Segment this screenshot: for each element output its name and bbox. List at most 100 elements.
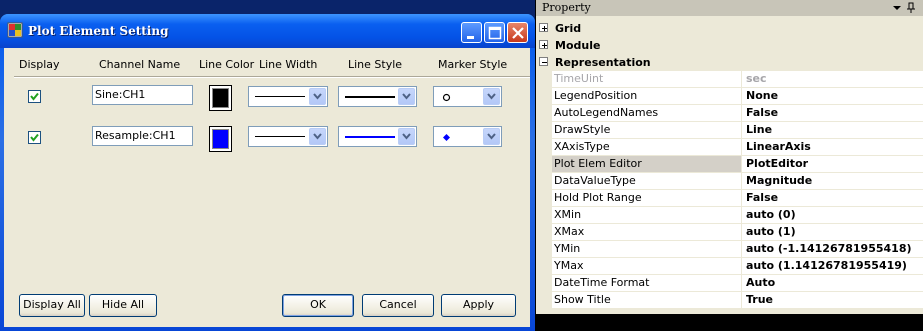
property-key: XMax: [552, 224, 742, 240]
header-line-style: Line Style: [348, 58, 403, 71]
line-color-button-2[interactable]: [209, 126, 232, 152]
chevron-down-icon: [487, 133, 496, 140]
header-channel-name: Channel Name: [99, 58, 181, 71]
property-value[interactable]: auto (-1.14126781955418): [743, 241, 923, 257]
line-color-swatch-2: [212, 129, 229, 149]
marker-style-combo-1[interactable]: [433, 86, 502, 107]
property-row[interactable]: LegendPosition None: [552, 88, 923, 105]
chevron-down-icon: [402, 133, 411, 140]
channel-name-field-1[interactable]: Sine:CH1: [92, 85, 193, 105]
display-checkbox-1[interactable]: [28, 90, 41, 103]
line-style-combo-2[interactable]: [338, 126, 417, 147]
category-label: Grid: [555, 22, 582, 35]
cancel-button[interactable]: Cancel: [362, 294, 434, 317]
property-value[interactable]: False: [743, 105, 923, 121]
property-value[interactable]: auto (0): [743, 207, 923, 223]
property-value[interactable]: None: [743, 88, 923, 104]
dropdown-arrow-button[interactable]: [483, 128, 500, 145]
property-key: XMin: [552, 207, 742, 223]
property-row[interactable]: DateTime Format Auto: [552, 275, 923, 292]
property-value[interactable]: False: [743, 190, 923, 206]
minimize-button[interactable]: [461, 22, 482, 43]
dropdown-arrow-button[interactable]: [398, 128, 415, 145]
line-width-preview: [255, 136, 305, 137]
line-width-preview: [255, 96, 305, 97]
category-representation[interactable]: Representation: [536, 54, 923, 71]
header-line-color: Line Color: [199, 58, 255, 71]
category-label: Module: [555, 39, 601, 52]
property-key: DateTime Format: [552, 275, 742, 291]
close-button[interactable]: [507, 22, 528, 43]
display-all-button[interactable]: Display All: [19, 294, 85, 317]
property-row[interactable]: Hold Plot Range False: [552, 190, 923, 207]
dropdown-arrow-button[interactable]: [309, 88, 326, 105]
diamond-marker-icon: [443, 134, 450, 141]
property-value[interactable]: Line: [743, 122, 923, 138]
property-key: LegendPosition: [552, 88, 742, 104]
line-width-combo-2[interactable]: [248, 126, 328, 147]
property-key: YMax: [552, 258, 742, 274]
property-value[interactable]: Auto: [743, 275, 923, 291]
property-panel: Property Grid Module Representation Time…: [535, 0, 923, 331]
header-display: Display: [19, 58, 60, 71]
hide-all-button[interactable]: Hide All: [89, 294, 157, 317]
property-value[interactable]: True: [743, 292, 923, 308]
property-key: AutoLegendNames: [552, 105, 742, 121]
channel-name-field-2[interactable]: Resample:CH1: [92, 126, 193, 146]
expand-plus-icon[interactable]: [539, 23, 548, 32]
property-row[interactable]: XAxisType LinearAxis: [552, 139, 923, 156]
property-value[interactable]: LinearAxis: [743, 139, 923, 155]
category-module[interactable]: Module: [536, 37, 923, 54]
property-panel-title: Property: [542, 1, 591, 14]
property-value[interactable]: sec: [743, 71, 923, 87]
property-value[interactable]: PlotEditor: [743, 156, 923, 172]
close-icon: [512, 27, 524, 39]
property-row[interactable]: AutoLegendNames False: [552, 105, 923, 122]
property-value[interactable]: auto (1): [743, 224, 923, 240]
property-key: DrawStyle: [552, 122, 742, 138]
line-width-combo-1[interactable]: [248, 86, 328, 107]
app-icon: [7, 22, 23, 38]
category-label: Representation: [555, 56, 651, 69]
property-row[interactable]: XMin auto (0): [552, 207, 923, 224]
expand-plus-icon[interactable]: [539, 40, 548, 49]
property-value[interactable]: auto (1.14126781955419): [743, 258, 923, 274]
dropdown-arrow-button[interactable]: [309, 128, 326, 145]
property-panel-header: Property: [536, 0, 923, 16]
panel-controls: [893, 2, 915, 13]
dropdown-arrow-button[interactable]: [398, 88, 415, 105]
apply-button[interactable]: Apply: [441, 294, 516, 317]
header-divider: [14, 76, 530, 78]
display-checkbox-2[interactable]: [28, 131, 41, 144]
property-row[interactable]: YMin auto (-1.14126781955418): [552, 241, 923, 258]
pin-icon: [907, 2, 915, 13]
line-style-combo-1[interactable]: [338, 86, 417, 107]
property-value[interactable]: Magnitude: [743, 173, 923, 189]
property-row[interactable]: YMax auto (1.14126781955419): [552, 258, 923, 275]
ok-button[interactable]: OK: [282, 294, 354, 317]
maximize-button[interactable]: [484, 22, 505, 43]
property-key: Show Title: [552, 292, 742, 308]
dropdown-arrow-button[interactable]: [483, 88, 500, 105]
collapse-minus-icon[interactable]: [539, 57, 548, 66]
property-key: Hold Plot Range: [552, 190, 742, 206]
dialog-title: Plot Element Setting: [28, 24, 169, 38]
property-row[interactable]: DrawStyle Line: [552, 122, 923, 139]
marker-style-combo-2[interactable]: [433, 126, 502, 147]
property-key: XAxisType: [552, 139, 742, 155]
line-color-button-1[interactable]: [209, 85, 232, 111]
chevron-down-icon: [487, 93, 496, 100]
property-row[interactable]: TimeUint sec: [552, 71, 923, 88]
property-key: DataValueType: [552, 173, 742, 189]
plot-element-setting-dialog: Plot Element Setting Display Channel Nam…: [0, 0, 535, 331]
panel-bottom-edge: [536, 314, 923, 331]
property-key: Plot Elem Editor: [552, 156, 742, 172]
header-marker-style: Marker Style: [438, 58, 508, 71]
property-row[interactable]: Show Title True: [552, 292, 923, 309]
property-row[interactable]: XMax auto (1): [552, 224, 923, 241]
property-row[interactable]: Plot Elem Editor PlotEditor: [552, 156, 923, 173]
category-grid[interactable]: Grid: [536, 20, 923, 37]
header-line-width: Line Width: [259, 58, 318, 71]
minimize-icon: [467, 36, 474, 39]
property-row[interactable]: DataValueType Magnitude: [552, 173, 923, 190]
